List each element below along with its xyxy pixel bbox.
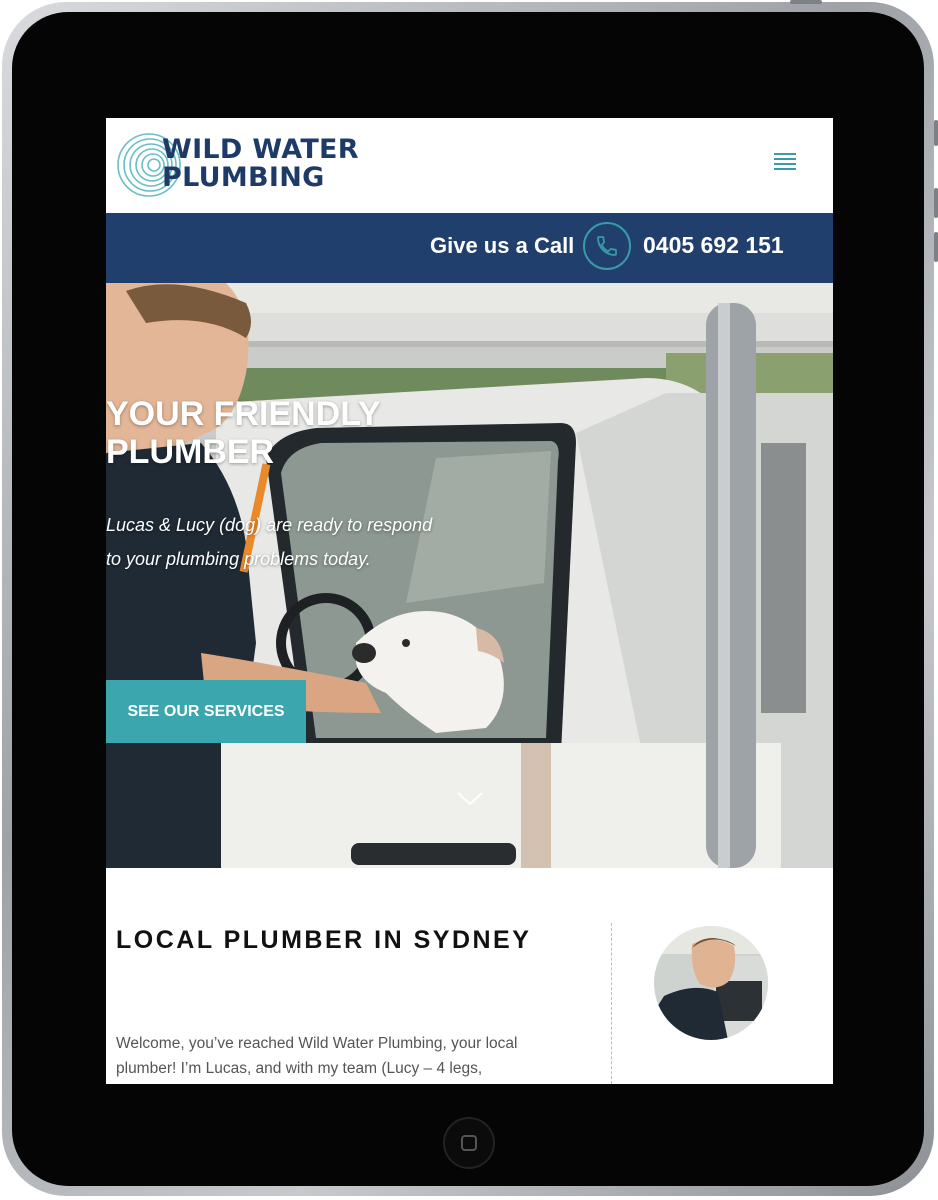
power-button [790,0,822,4]
tablet-screen: WILD WATER PLUMBING Give us a Call 0405 … [106,118,833,1084]
call-label: Give us a Call [430,233,575,258]
home-button[interactable] [443,1117,495,1169]
hero-title: YOUR FRIENDLY PLUMBER [106,395,380,471]
phone-number-link[interactable]: 0405 692 151 [643,232,784,259]
logo-line-2: PLUMBING [162,162,325,193]
hero-subtitle: Lucas & Lucy (dog) are ready to respond … [106,515,433,569]
hero-section: YOUR FRIENDLY PLUMBER Lucas & Lucy (dog)… [106,283,833,868]
chevron-down-icon[interactable] [456,791,484,807]
intro-text: Welcome, you’ve reached Wild Water Plumb… [116,1035,518,1077]
volume-down-button [934,188,938,218]
logo-wordmark: WILD WATER PLUMBING [162,136,359,192]
site-logo[interactable]: WILD WATER PLUMBING [116,132,416,198]
call-bar: Give us a Call 0405 692 151 [106,213,833,283]
home-square-icon [461,1135,477,1151]
see-our-services-button[interactable]: SEE OUR SERVICES [106,680,306,743]
mute-switch [934,232,938,262]
volume-up-button [934,120,938,146]
site-header: WILD WATER PLUMBING [106,118,833,213]
section-divider [611,923,612,1084]
avatar-photo [654,926,768,1040]
phone-icon[interactable] [583,222,631,270]
intro-section: LOCAL PLUMBER IN SYDNEY Welcome, you’ve … [106,868,833,1084]
avatar [654,926,768,1040]
hamburger-icon[interactable] [774,153,796,173]
intro-title: LOCAL PLUMBER IN SYDNEY [116,926,532,954]
logo-line-1: WILD WATER [162,134,359,165]
